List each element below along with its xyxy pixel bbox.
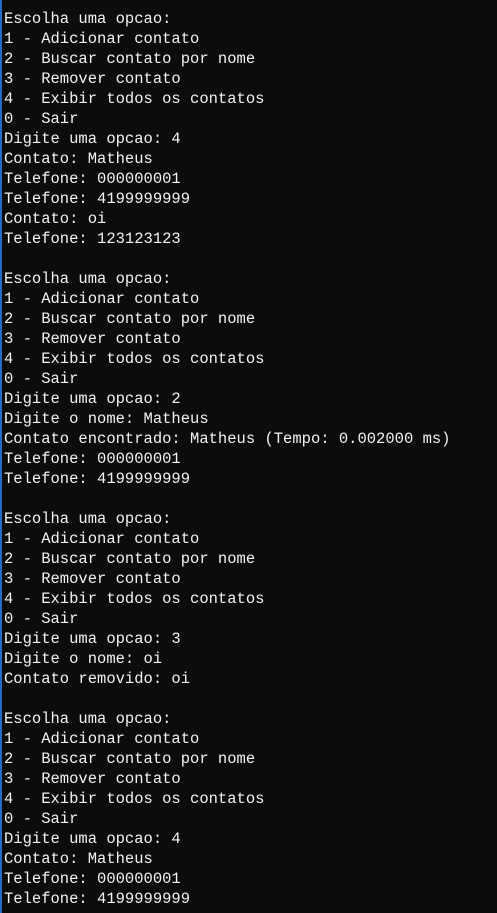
console-line: Escolha uma opcao: (4, 270, 172, 288)
console-line: Digite o nome: oi (4, 650, 163, 668)
window-left-border (0, 0, 2, 913)
console-line: Escolha uma opcao: (4, 710, 172, 728)
console-line: 0 - Sair (4, 370, 79, 388)
console-line: Telefone: 4199999999 (4, 190, 191, 208)
console-line: 3 - Remover contato (4, 70, 181, 88)
console-line: Contato: oi (4, 210, 107, 228)
console-line: Digite o nome: Matheus (4, 410, 209, 428)
console-line: 0 - Sair (4, 110, 79, 128)
console-line: 4 - Exibir todos os contatos (4, 590, 265, 608)
console-line: Telefone: 4199999999 (4, 470, 191, 488)
console-line: 1 - Adicionar contato (4, 290, 200, 308)
console-line: Telefone: 000000001 (4, 170, 181, 188)
console-line: 3 - Remover contato (4, 570, 181, 588)
console-line: 0 - Sair (4, 810, 79, 828)
console-line: 1 - Adicionar contato (4, 530, 200, 548)
console-line: Telefone: 4199999999 (4, 890, 191, 908)
console-line: Digite uma opcao: 2 (4, 390, 181, 408)
console-line: Digite uma opcao: 4 (4, 830, 181, 848)
console-line: 2 - Buscar contato por nome (4, 50, 256, 68)
console-line: Contato: Matheus (4, 150, 153, 168)
console-line: 3 - Remover contato (4, 330, 181, 348)
console-line: 1 - Adicionar contato (4, 730, 200, 748)
console-line: Contato encontrado: Matheus (Tempo: 0.00… (4, 430, 451, 448)
console-line: 2 - Buscar contato por nome (4, 310, 256, 328)
console-line: Digite uma opcao: 4 (4, 130, 181, 148)
console-line: 2 - Buscar contato por nome (4, 550, 256, 568)
console-line: 4 - Exibir todos os contatos (4, 90, 265, 108)
console-window[interactable]: Escolha uma opcao: 1 - Adicionar contato 2… (0, 0, 497, 913)
console-line: Escolha uma opcao: (4, 510, 172, 528)
console-line: 4 - Exibir todos os contatos (4, 790, 265, 808)
console-line: 3 - Remover contato (4, 770, 181, 788)
console-line: Escolha uma opcao: (4, 10, 172, 28)
console-line: Digite uma opcao: 3 (4, 630, 181, 648)
console-line: Contato: Matheus (4, 850, 153, 868)
console-line: 4 - Exibir todos os contatos (4, 350, 265, 368)
console-line: Telefone: 123123123 (4, 230, 181, 248)
console-line: Telefone: 000000001 (4, 870, 181, 888)
console-output: Escolha uma opcao: 1 - Adicionar contato 2… (4, 9, 450, 909)
console-line: 0 - Sair (4, 610, 79, 628)
console-line: 1 - Adicionar contato (4, 30, 200, 48)
console-line: Contato removido: oi (4, 670, 191, 688)
console-line: Telefone: 000000001 (4, 450, 181, 468)
console-line: 2 - Buscar contato por nome (4, 750, 256, 768)
